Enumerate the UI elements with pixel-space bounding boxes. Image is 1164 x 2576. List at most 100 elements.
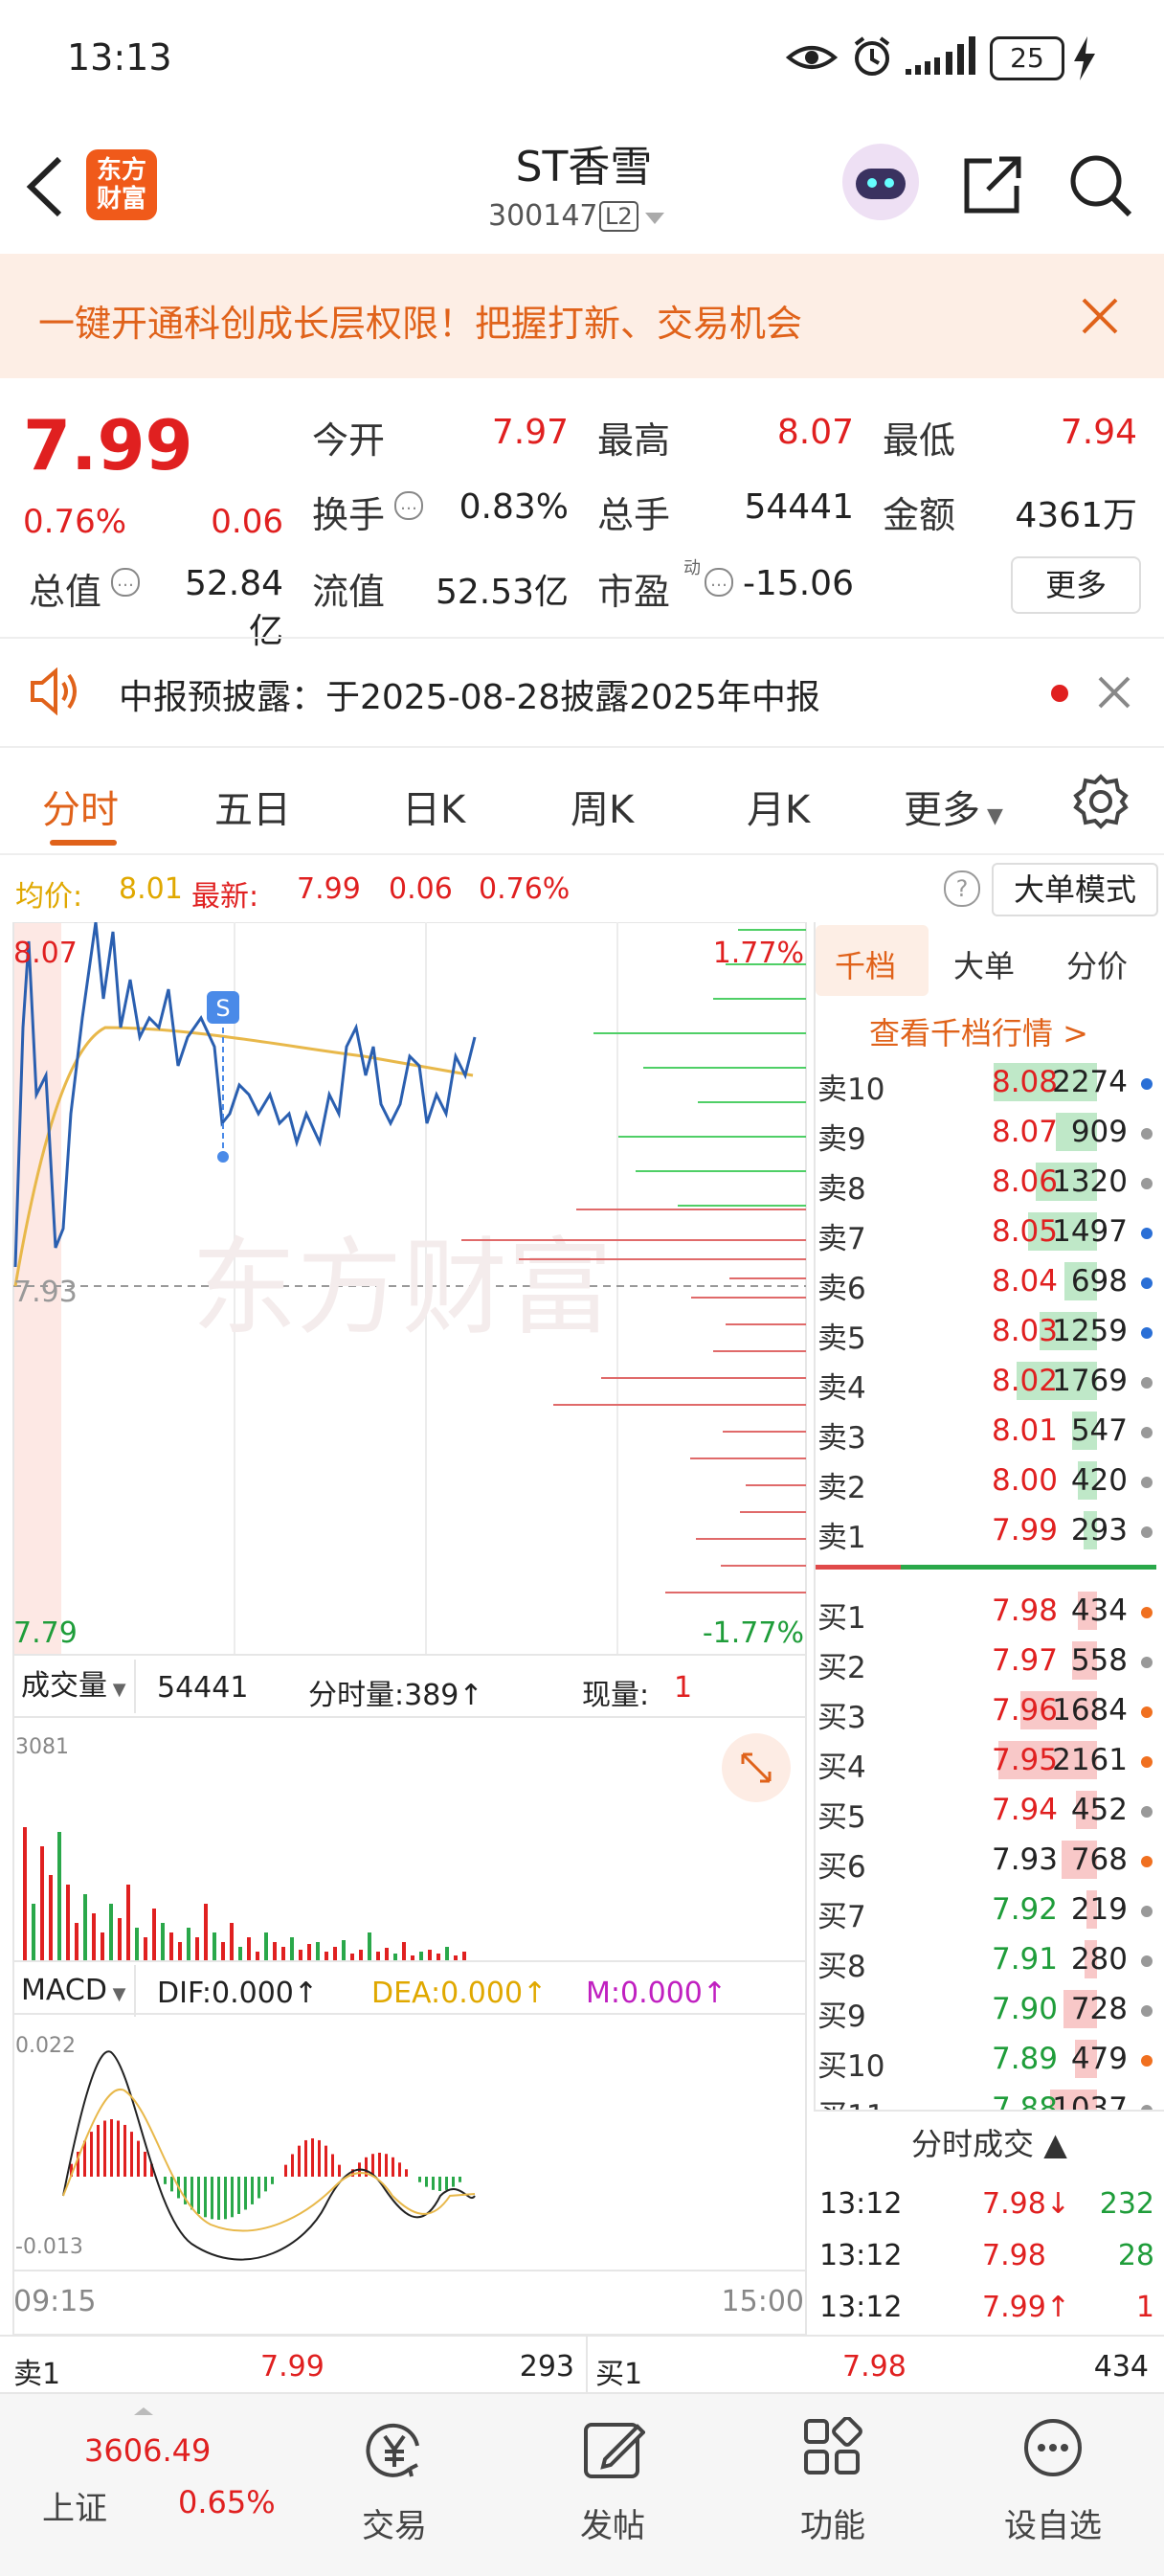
bids-row[interactable]: 买2 7.97 558 [814, 1636, 1164, 1685]
asks-row[interactable]: 卖5 8.03 1259 [814, 1306, 1164, 1356]
asks-status-dot [1141, 1128, 1153, 1140]
macd-bar [432, 2177, 435, 2190]
asks-level-label: 卖9 [817, 1122, 866, 1157]
macd-bar [264, 2177, 267, 2192]
bids-row[interactable]: 买5 7.94 452 [814, 1785, 1164, 1835]
asks-price: 8.04 [991, 1264, 1058, 1299]
macd-bar [398, 2162, 401, 2177]
bids-status-dot [1141, 1955, 1153, 1967]
tick-price: 7.99↑ [982, 2291, 1070, 2324]
asks-volume: 1320 [1052, 1164, 1128, 1199]
bids-row[interactable]: 买10 7.89 479 [814, 2034, 1164, 2084]
asks-row[interactable]: 卖7 8.05 1497 [814, 1207, 1164, 1256]
bids-price: 7.92 [991, 1892, 1058, 1927]
asks-row[interactable]: 卖8 8.06 1320 [814, 1157, 1164, 1207]
bids-level-label: 买10 [817, 2049, 885, 2084]
asks-status-dot [1141, 1277, 1153, 1289]
asks-level-label: 卖6 [817, 1272, 866, 1306]
macd-bar [311, 2138, 314, 2177]
bids-row[interactable]: 买6 7.93 768 [814, 1835, 1164, 1885]
tick-row[interactable]: 13:12 7.98 28 [814, 2231, 1164, 2281]
bids-price: 7.90 [991, 1992, 1058, 2026]
bids-status-dot [1141, 1607, 1153, 1618]
asks-volume: 2274 [1052, 1065, 1128, 1099]
tick-time: 13:12 [819, 2291, 903, 2324]
asks-row[interactable]: 卖3 8.01 547 [814, 1406, 1164, 1456]
bottom-nav: 3606.49 上证 0.65% 交易 发帖 功能 设自选 [0, 2392, 1164, 2576]
macd-bar [90, 2132, 93, 2177]
asks-level-label: 卖5 [817, 1322, 866, 1356]
bids-status-dot [1141, 1856, 1153, 1867]
divider [814, 2110, 1164, 2112]
bids-row[interactable]: 买9 7.90 728 [814, 1984, 1164, 2034]
macd-bar [338, 2164, 341, 2177]
bids-row[interactable]: 买1 7.98 434 [814, 1586, 1164, 1636]
asks-level-label: 卖2 [817, 1471, 866, 1505]
macd-bar [130, 2132, 133, 2177]
macd-bar [378, 2153, 381, 2177]
tick-row[interactable]: 13:12 7.98↓ 232 [814, 2180, 1164, 2229]
asks-volume: 547 [1070, 1413, 1128, 1448]
tick-time: 13:12 [819, 2239, 903, 2272]
nav-add-watchlist[interactable]: 设自选 [957, 2394, 1149, 2576]
macd-bar [97, 2124, 100, 2177]
bids-price: 7.89 [991, 2042, 1058, 2076]
tick-price: 7.98↓ [982, 2187, 1070, 2221]
asks-row[interactable]: 卖4 8.02 1769 [814, 1356, 1164, 1406]
tick-volume: 1 [1135, 2291, 1154, 2324]
asks-status-dot [1141, 1327, 1153, 1339]
bid-ask-divider [816, 1565, 1156, 1570]
bids-row[interactable]: 买7 7.92 219 [814, 1885, 1164, 1934]
nav-functions[interactable]: 功能 [737, 2394, 929, 2576]
macd-bar [211, 2177, 213, 2220]
bids-price: 7.98 [991, 1593, 1058, 1628]
index-ticker[interactable]: 3606.49 上证 0.65% [0, 2394, 287, 2576]
bids-volume: 479 [1070, 2042, 1128, 2076]
bids-volume: 728 [1070, 1992, 1128, 2026]
ask1-price: 7.99 [260, 2350, 325, 2384]
macd-bar [137, 2140, 140, 2177]
asks-row[interactable]: 卖1 7.99 293 [814, 1505, 1164, 1555]
asks-price: 8.06 [991, 1164, 1058, 1199]
asks-row[interactable]: 卖10 8.08 2274 [814, 1057, 1164, 1107]
asks-row[interactable]: 卖6 8.04 698 [814, 1256, 1164, 1306]
macd-bar [425, 2177, 428, 2187]
asks-row[interactable]: 卖2 8.00 420 [814, 1456, 1164, 1505]
bids-volume: 2161 [1052, 1743, 1128, 1777]
nav-trade[interactable]: 交易 [299, 2394, 490, 2576]
nav-post[interactable]: 发帖 [517, 2394, 708, 2576]
bids-level-label: 买3 [817, 1701, 866, 1735]
macd-bar [197, 2177, 200, 2214]
bids-status-dot [1141, 2055, 1153, 2067]
asks-status-dot [1141, 1427, 1153, 1438]
asks-price: 8.03 [991, 1314, 1058, 1348]
index-name: 上证 [42, 2490, 107, 2528]
macd-bar [224, 2177, 227, 2220]
macd-bar [325, 2145, 327, 2177]
bids-row[interactable]: 买8 7.91 280 [814, 1934, 1164, 1984]
macd-bar [257, 2177, 260, 2199]
tick-row[interactable]: 13:12 7.99↑ 1 [814, 2283, 1164, 2333]
asks-price: 8.00 [991, 1463, 1058, 1498]
macd-bar [405, 2169, 408, 2177]
bids-row[interactable]: 买4 7.95 2161 [814, 1735, 1164, 1785]
ticks-title[interactable]: 分时成交 ▲ [911, 2120, 1067, 2164]
macd-bar [237, 2177, 240, 2214]
asks-volume: 293 [1070, 1513, 1128, 1548]
bids-level-label: 买6 [817, 1850, 866, 1885]
asks-level-label: 卖3 [817, 1421, 866, 1456]
asks-price: 8.05 [991, 1214, 1058, 1249]
bids-status-dot [1141, 1806, 1153, 1818]
macd-bar [170, 2177, 173, 2192]
bids-volume: 1684 [1052, 1693, 1128, 1728]
asks-level-label: 卖10 [817, 1073, 885, 1107]
bids-level-label: 买9 [817, 2000, 866, 2034]
bids-volume: 558 [1070, 1643, 1128, 1678]
asks-volume: 420 [1070, 1463, 1128, 1498]
bids-row[interactable]: 买11 7.881037 [814, 2084, 1164, 2110]
bids-status-dot [1141, 1756, 1153, 1768]
edit-icon [584, 2423, 645, 2478]
bids-row[interactable]: 买3 7.96 1684 [814, 1685, 1164, 1735]
macd-bar [110, 2119, 113, 2177]
asks-row[interactable]: 卖9 8.07 909 [814, 1107, 1164, 1157]
